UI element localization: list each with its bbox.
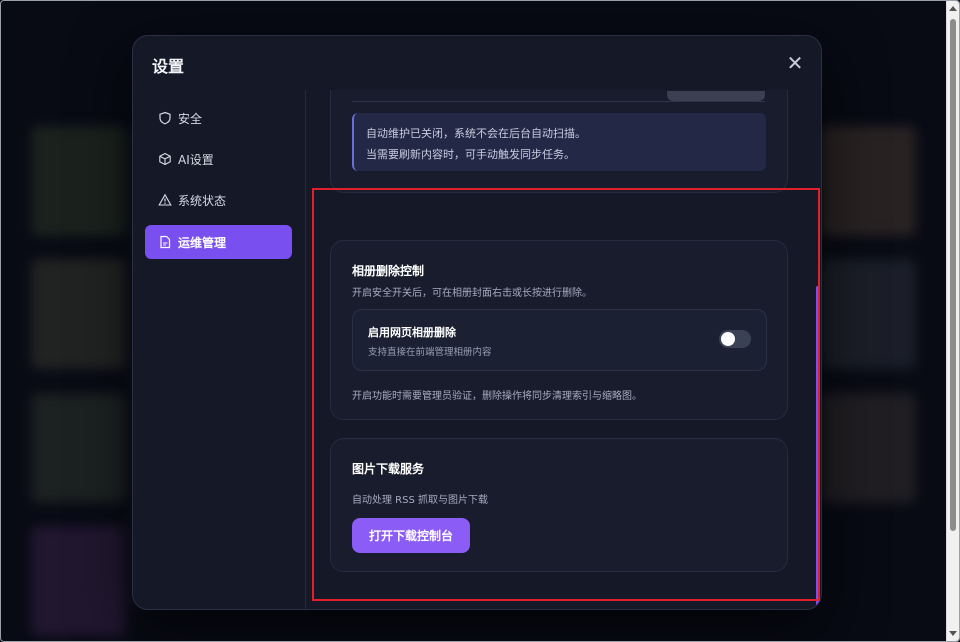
sidebar-item-ai-settings[interactable]: AI设置 bbox=[145, 142, 292, 176]
settings-modal: 设置 ✕ 安全 AI设置 系统状态 运维管理 自动维护已关闭，系统不会在后台自动… bbox=[132, 35, 822, 610]
scroll-up-arrow-icon[interactable] bbox=[949, 6, 957, 11]
browser-viewport: 设置 ✕ 安全 AI设置 系统状态 运维管理 自动维护已关闭，系统不会在后台自动… bbox=[0, 0, 960, 642]
album-delete-title: 相册删除控制 bbox=[352, 264, 425, 278]
warning-icon bbox=[158, 193, 172, 207]
scroll-down-arrow-icon[interactable] bbox=[949, 631, 957, 636]
card-top-edge bbox=[352, 91, 765, 102]
close-button[interactable]: ✕ bbox=[785, 53, 805, 73]
collapsed-control[interactable] bbox=[667, 91, 765, 101]
image-download-title: 图片下载服务 bbox=[352, 462, 425, 476]
modal-title: 设置 bbox=[152, 57, 185, 76]
notice-line-2: 当需要刷新内容时，可手动触发同步任务。 bbox=[366, 148, 575, 161]
notice-line-1: 自动维护已关闭，系统不会在后台自动扫描。 bbox=[366, 127, 586, 140]
toggle-subtitle: 支持直接在前端管理相册内容 bbox=[368, 347, 492, 358]
image-download-card: 图片下载服务 自动处理 RSS 抓取与图片下载 打开下载控制台 bbox=[330, 438, 788, 572]
cube-icon bbox=[158, 152, 172, 166]
sidebar-item-label: AI设置 bbox=[178, 152, 214, 167]
album-delete-toggle[interactable] bbox=[719, 330, 751, 348]
document-icon bbox=[158, 235, 172, 249]
sidebar-item-label: 安全 bbox=[178, 111, 203, 126]
content-scrollbar[interactable] bbox=[816, 126, 819, 609]
settings-content[interactable]: 自动维护已关闭，系统不会在后台自动扫描。 当需要刷新内容时，可手动触发同步任务。… bbox=[306, 90, 821, 609]
content-scrollbar-thumb[interactable] bbox=[816, 286, 819, 606]
close-icon: ✕ bbox=[786, 51, 804, 75]
maintenance-card: 自动维护已关闭，系统不会在后台自动扫描。 当需要刷新内容时，可手动触发同步任务。 bbox=[330, 90, 788, 193]
maintenance-notice: 自动维护已关闭，系统不会在后台自动扫描。 当需要刷新内容时，可手动触发同步任务。 bbox=[352, 113, 766, 171]
sidebar-item-label: 运维管理 bbox=[178, 235, 227, 250]
sidebar-item-operations[interactable]: 运维管理 bbox=[145, 225, 292, 259]
sidebar-item-label: 系统状态 bbox=[178, 193, 227, 208]
toggle-knob bbox=[721, 332, 735, 346]
page-scrollbar[interactable] bbox=[946, 1, 959, 641]
album-delete-card: 相册删除控制 开启安全开关后，可在相册封面右击或长按进行删除。 启用网页相册删除… bbox=[330, 240, 788, 420]
toggle-title: 启用网页相册删除 bbox=[368, 326, 456, 339]
album-delete-description: 开启安全开关后，可在相册封面右击或长按进行删除。 bbox=[352, 288, 592, 299]
open-download-console-button[interactable]: 打开下载控制台 bbox=[352, 518, 470, 553]
sidebar-item-security[interactable]: 安全 bbox=[145, 101, 292, 135]
page-scrollbar-thumb[interactable] bbox=[950, 19, 956, 531]
sidebar-item-system-status[interactable]: 系统状态 bbox=[145, 183, 292, 217]
shield-icon bbox=[158, 111, 172, 125]
album-delete-footnote: 开启功能时需要管理员验证，删除操作将同步清理索引与缩略图。 bbox=[352, 391, 642, 402]
image-download-description: 自动处理 RSS 抓取与图片下载 bbox=[352, 495, 489, 506]
album-delete-toggle-row: 启用网页相册删除 支持直接在前端管理相册内容 bbox=[352, 309, 767, 371]
settings-sidebar: 安全 AI设置 系统状态 运维管理 bbox=[133, 90, 306, 609]
